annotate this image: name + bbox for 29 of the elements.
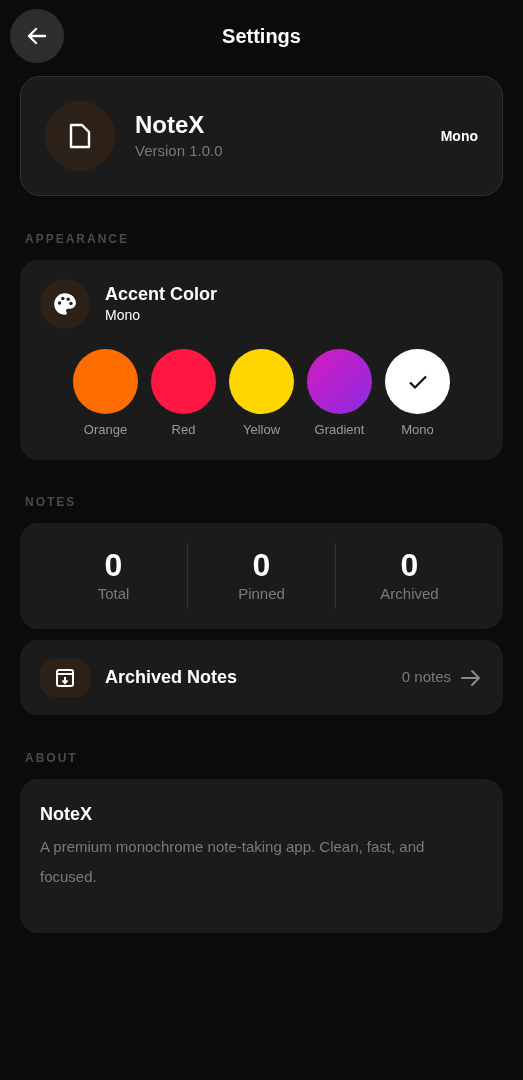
about-description: A premium monochrome note-taking app. Clean, fast, and focused.	[40, 837, 426, 887]
section-label: NOTES	[25, 494, 78, 511]
archive-icon	[54, 666, 76, 689]
app-name: NoteX	[135, 109, 206, 140]
swatch-label: Yellow	[242, 421, 281, 439]
setting-title: Accent Color	[105, 282, 218, 305]
document-icon	[69, 123, 91, 149]
stat-value: 0	[104, 546, 123, 583]
archived-notes-row[interactable]: Archived Notes 0 notes	[20, 640, 503, 715]
swatch-label: Gradient	[314, 421, 365, 439]
row-title: Archived Notes	[105, 666, 239, 689]
section-label: APPEARANCE	[25, 231, 130, 248]
swatch-label: Mono	[401, 421, 434, 439]
section-label: ABOUT	[25, 750, 79, 767]
theme-label: Mono	[440, 126, 478, 146]
app-version: Version 1.0.0	[135, 140, 224, 161]
stat-label: Total	[97, 583, 130, 604]
stat-value: 0	[400, 546, 419, 583]
stat-label: Pinned	[238, 583, 285, 604]
swatch-label: Red	[171, 421, 196, 439]
swatch-label: Orange	[83, 421, 128, 439]
stat-value: 0	[252, 546, 271, 583]
page-title: Settings	[222, 24, 301, 49]
stat-label: Archived	[380, 583, 439, 604]
about-title: NoteX	[40, 803, 93, 826]
palette-icon	[52, 291, 78, 317]
back-button[interactable]	[10, 9, 64, 63]
setting-value: Mono	[105, 305, 142, 325]
notes-count: 0 notes	[401, 667, 451, 688]
